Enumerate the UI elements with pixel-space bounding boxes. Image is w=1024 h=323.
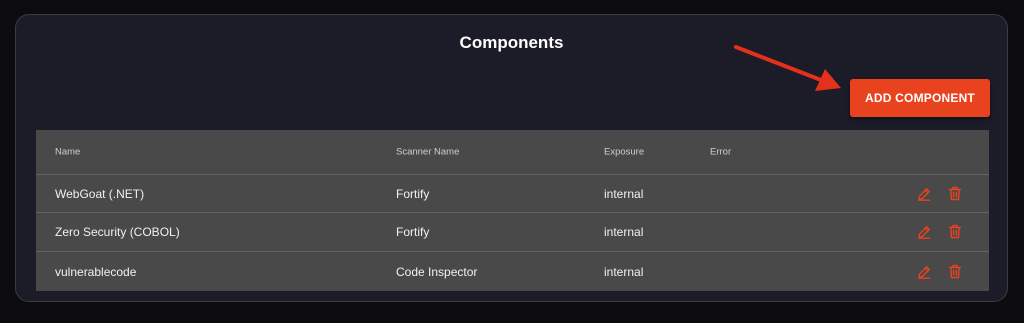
column-header-exposure[interactable]: Exposure xyxy=(604,147,644,158)
exposure-value: internal xyxy=(604,264,644,279)
column-header-scanner-name[interactable]: Scanner Name xyxy=(396,147,459,158)
pencil-icon[interactable] xyxy=(916,264,932,280)
trash-icon[interactable] xyxy=(947,186,963,202)
pencil-icon[interactable] xyxy=(916,224,932,240)
component-name: Zero Security (COBOL) xyxy=(55,224,180,239)
table-header: Name Scanner Name Exposure Error xyxy=(36,130,989,174)
pencil-icon[interactable] xyxy=(916,186,932,202)
table-row: WebGoat (.NET) Fortify internal xyxy=(36,174,989,212)
scanner-name: Code Inspector xyxy=(396,264,478,279)
scanner-name: Fortify xyxy=(396,186,430,201)
trash-icon[interactable] xyxy=(947,264,963,280)
add-component-button[interactable]: ADD COMPONENT xyxy=(850,79,990,117)
component-name: vulnerablecode xyxy=(55,264,137,279)
exposure-value: internal xyxy=(604,186,644,201)
table-row: Zero Security (COBOL) Fortify internal xyxy=(36,212,989,250)
red-arrow-icon xyxy=(734,45,841,91)
exposure-value: internal xyxy=(604,224,644,239)
page-title: Components xyxy=(459,33,564,52)
component-name: WebGoat (.NET) xyxy=(55,186,145,201)
column-header-error[interactable]: Error xyxy=(710,147,731,158)
trash-icon[interactable] xyxy=(947,224,963,240)
scanner-name: Fortify xyxy=(396,224,430,239)
components-panel: Components ADD COMPONENT Name Scanner Na… xyxy=(15,14,1008,302)
table-row: vulnerablecode Code Inspector internal xyxy=(36,251,989,291)
components-table: Name Scanner Name Exposure Error WebGoat… xyxy=(36,130,989,291)
column-header-name[interactable]: Name xyxy=(55,147,80,158)
